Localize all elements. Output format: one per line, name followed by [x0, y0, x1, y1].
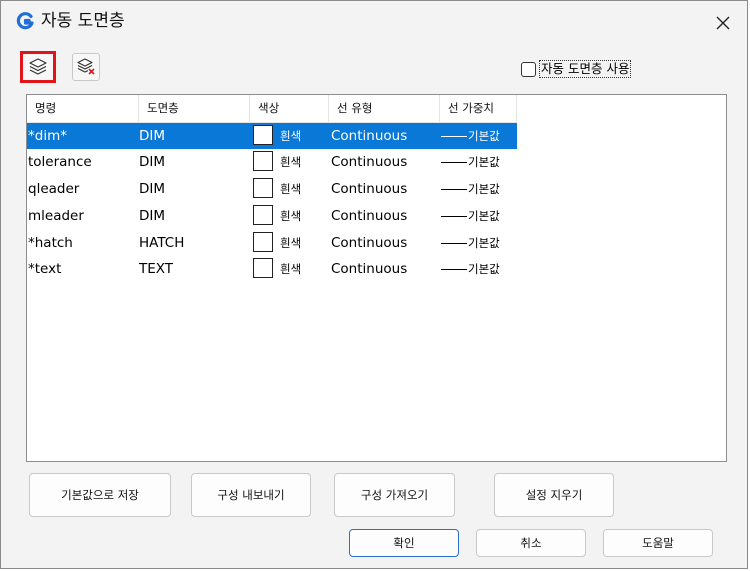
cell-lineweight: 기본값 — [468, 182, 500, 196]
color-swatch[interactable] — [253, 151, 273, 171]
table-row[interactable]: *dim* DIM 흰색 Continuous 기본값 — [27, 123, 517, 149]
cancel-button[interactable]: 취소 — [476, 529, 586, 557]
layer-rules-list[interactable]: 명령 도면층 색상 선 유형 선 가중치 *dim* DIM 흰색 Contin… — [26, 94, 727, 462]
save-as-default-button[interactable]: 기본값으로 저장 — [29, 473, 171, 517]
cell-layer: DIM — [139, 128, 166, 144]
import-config-button[interactable]: 구성 가져오기 — [334, 473, 455, 517]
ok-button[interactable]: 확인 — [349, 529, 459, 557]
layer-stack-icon — [29, 58, 47, 75]
add-layer-rule-button[interactable] — [20, 51, 56, 83]
color-swatch[interactable] — [253, 232, 273, 252]
auto-layer-dialog: 자동 도면층 자동 도면층 사용 명령 도면층 색상 선 유형 선 가중치 *d… — [0, 0, 748, 569]
close-icon — [716, 16, 730, 30]
color-swatch[interactable] — [253, 258, 273, 278]
color-swatch[interactable] — [253, 125, 273, 145]
cell-command: qleader — [28, 181, 80, 197]
auto-layer-checkbox[interactable] — [521, 61, 536, 77]
auto-layer-toggle[interactable]: 자동 도면층 사용 — [521, 60, 632, 78]
cell-lineweight: 기본값 — [468, 129, 500, 143]
cell-command: tolerance — [28, 154, 92, 170]
cell-color: 흰색 — [280, 262, 302, 276]
cell-lineweight: 기본값 — [468, 155, 500, 169]
color-swatch[interactable] — [253, 178, 273, 198]
close-button[interactable] — [705, 7, 741, 39]
lineweight-sample-line — [441, 269, 467, 270]
column-header-command[interactable]: 명령 — [27, 95, 139, 122]
cell-layer: DIM — [139, 208, 166, 224]
cell-linetype: Continuous — [331, 261, 408, 277]
cell-color: 흰색 — [280, 209, 302, 223]
lineweight-sample-line — [441, 243, 467, 244]
cell-layer: TEXT — [139, 261, 174, 277]
cell-color: 흰색 — [280, 155, 302, 169]
cell-linetype: Continuous — [331, 128, 408, 144]
cell-color: 흰색 — [280, 236, 302, 250]
delete-layer-rule-button[interactable] — [72, 53, 100, 81]
cell-linetype: Continuous — [331, 208, 408, 224]
table-row[interactable]: mleader DIM 흰색 Continuous 기본값 — [27, 203, 517, 229]
cell-lineweight: 기본값 — [468, 262, 500, 276]
table-row[interactable]: *text TEXT 흰색 Continuous 기본값 — [27, 256, 517, 282]
column-header-linetype[interactable]: 선 유형 — [329, 95, 440, 122]
layer-delete-icon — [77, 58, 95, 75]
cell-command: *text — [28, 261, 62, 277]
color-swatch[interactable] — [253, 205, 273, 225]
column-header-lineweight[interactable]: 선 가중치 — [440, 95, 517, 122]
cell-color: 흰색 — [280, 129, 302, 143]
table-row[interactable]: *hatch HATCH 흰색 Continuous 기본값 — [27, 230, 517, 256]
cell-lineweight: 기본값 — [468, 209, 500, 223]
cell-color: 흰색 — [280, 182, 302, 196]
window-title: 자동 도면층 — [41, 11, 125, 31]
table-row[interactable]: qleader DIM 흰색 Continuous 기본값 — [27, 176, 517, 202]
cell-lineweight: 기본값 — [468, 236, 500, 250]
help-button[interactable]: 도움말 — [603, 529, 713, 557]
lineweight-sample-line — [441, 162, 467, 163]
title-bar: 자동 도면층 — [1, 1, 747, 43]
cell-linetype: Continuous — [331, 154, 408, 170]
cell-linetype: Continuous — [331, 235, 408, 251]
cell-layer: HATCH — [139, 235, 185, 251]
lineweight-sample-line — [441, 189, 467, 190]
column-header-color[interactable]: 색상 — [250, 95, 329, 122]
table-row[interactable]: tolerance DIM 흰색 Continuous 기본값 — [27, 149, 517, 175]
gstarcad-logo-icon — [16, 12, 34, 30]
cell-layer: DIM — [139, 154, 166, 170]
cell-command: *hatch — [28, 235, 73, 251]
cell-linetype: Continuous — [331, 181, 408, 197]
cell-command: mleader — [28, 208, 84, 224]
lineweight-sample-line — [441, 136, 467, 137]
clear-settings-button[interactable]: 설정 지우기 — [494, 473, 614, 517]
list-header: 명령 도면층 색상 선 유형 선 가중치 — [27, 95, 517, 123]
lineweight-sample-line — [441, 216, 467, 217]
cell-layer: DIM — [139, 181, 166, 197]
cell-command: *dim* — [28, 128, 67, 144]
auto-layer-checkbox-label[interactable]: 자동 도면층 사용 — [539, 60, 632, 78]
column-header-layer[interactable]: 도면층 — [139, 95, 250, 122]
export-config-button[interactable]: 구성 내보내기 — [191, 473, 311, 517]
